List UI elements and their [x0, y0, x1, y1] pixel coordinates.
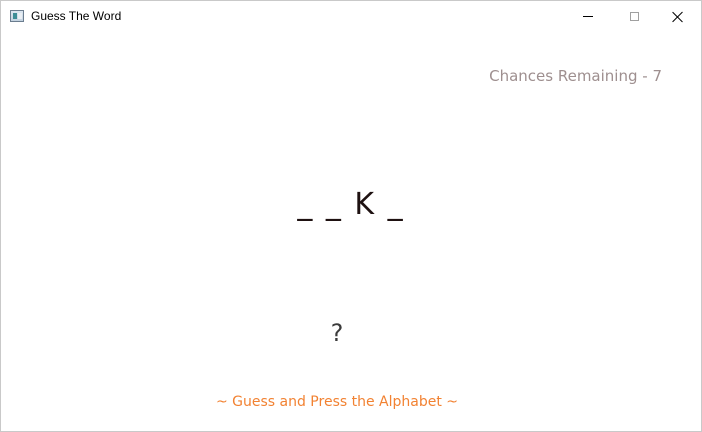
- instruction-text: ~ Guess and Press the Alphabet ~: [215, 394, 459, 410]
- minimize-button[interactable]: [565, 1, 611, 32]
- app-window-icon: [10, 10, 24, 22]
- close-icon: [672, 11, 684, 23]
- maximize-button[interactable]: [611, 1, 657, 32]
- chances-remaining: Chances Remaining - 7: [489, 67, 662, 85]
- window-title: Guess The Word: [31, 9, 122, 23]
- close-button[interactable]: [655, 1, 701, 32]
- word-display: _ _ K _: [297, 187, 405, 222]
- current-guess: ?: [330, 319, 344, 347]
- app-window: Guess The Word Chances Remaining - 7 _ _…: [0, 0, 702, 432]
- maximize-icon: [629, 12, 639, 21]
- title-bar[interactable]: Guess The Word: [1, 1, 701, 32]
- minimize-icon: [583, 16, 593, 17]
